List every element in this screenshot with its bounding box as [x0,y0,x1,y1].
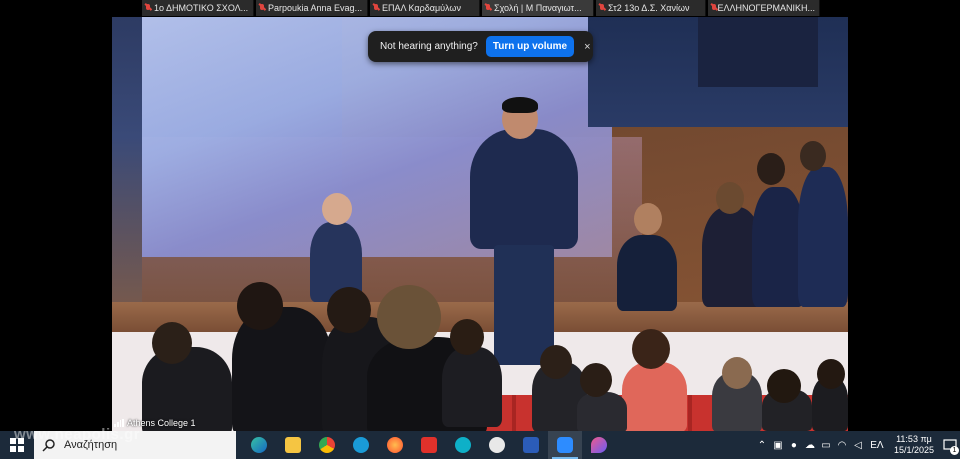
child-head [634,203,662,235]
participant-name: ΕΛΛΗΝΟΓΕΡΜΑΝΙΚΗ... [717,3,816,13]
media-player-app-button[interactable] [480,431,514,459]
watermark: www.neapolis.gr [14,426,141,443]
paint3d-app-button[interactable] [582,431,616,459]
audience-head [722,357,752,389]
language-indicator[interactable]: ΕΛ [866,431,888,459]
webex-app-button[interactable] [344,431,378,459]
audience-head [152,322,192,364]
notification-count-badge: 1 [950,446,959,455]
windows-taskbar: Αναζήτηση ⌃ ▣ ● ☁ ▭ ◠ ◁ ΕΛ 11:53 πμ 15/1… [0,431,960,459]
chevron-up-icon[interactable]: ⌃ [754,431,770,459]
audience-head [632,329,670,369]
zoom-icon [557,437,573,453]
muted-mic-icon [599,3,605,13]
participant-strip: 1ο ΔΗΜΟΤΙΚΟ ΣΧΟΛ... Parpoukia Anna Evag.… [0,0,960,16]
clock[interactable]: 11:53 πμ 15/1/2025 [894,434,934,456]
child-on-stage [752,187,804,307]
audience-head [580,363,612,397]
muted-mic-icon [259,3,265,13]
word-icon [523,437,539,453]
child-head [757,153,785,185]
audience-member [442,347,502,427]
participant-name: Στ2 13ο Δ.Σ. Χανίων [608,3,690,13]
participant-tile[interactable]: Στ2 13ο Δ.Σ. Χανίων [596,0,706,16]
participant-tile[interactable]: Σχολή | Μ Παναγιωτ... [482,0,594,16]
wall-panel [698,17,818,87]
muted-mic-icon [711,3,716,13]
chrome-icon [319,437,335,453]
audio-notification: Not hearing anything? Turn up volume × [368,31,593,62]
close-icon[interactable]: × [584,41,590,53]
participant-name: ΕΠΑΛ Καρδαμύλων [382,3,461,13]
clock-date: 15/1/2025 [893,445,934,455]
audience-head [767,369,801,403]
muted-mic-icon [145,3,151,13]
eset-app-button[interactable] [412,431,446,459]
muted-mic-icon [373,3,379,13]
participant-tiles: 1ο ΔΗΜΟΤΙΚΟ ΣΧΟΛ... Parpoukia Anna Evag.… [142,0,820,16]
notification-center-button[interactable]: 1 [940,431,960,459]
folder-icon [285,437,301,453]
paint-drop-icon [591,437,607,453]
chrome-app-button[interactable] [310,431,344,459]
webex-meetings-icon [455,437,471,453]
edge-icon [251,437,267,453]
clock-time: 11:53 πμ [896,434,932,444]
audience-head [237,282,283,330]
participant-tile[interactable]: ΕΛΛΗΝΟΓΕΡΜΑΝΙΚΗ... [708,0,820,16]
word-app-button[interactable] [514,431,548,459]
firefox-icon [387,437,403,453]
child-on-stage [798,167,848,307]
webex-icon [353,437,369,453]
child-head [322,193,352,225]
eset-icon [421,437,437,453]
edge-app-button[interactable] [242,431,276,459]
file-explorer-app-button[interactable] [276,431,310,459]
taskbar-apps [242,431,616,459]
audience-head [817,359,845,389]
speaker-hair [502,97,538,113]
audience-head [377,285,441,349]
microphone-icon[interactable]: ● [786,431,802,459]
audience-head [540,345,572,379]
child-on-stage [617,235,677,311]
main-video[interactable] [112,17,848,431]
firefox-app-button[interactable] [378,431,412,459]
child-head [800,141,826,171]
play-icon [489,437,505,453]
participant-name: 1ο ΔΗΜΟΤΙΚΟ ΣΧΟΛ... [154,3,249,13]
audience-head [450,319,484,355]
battery-icon[interactable]: ▭ [818,431,834,459]
turn-up-volume-button[interactable]: Turn up volume [485,36,575,57]
speaker [470,129,578,249]
muted-mic-icon [485,3,491,13]
system-tray: ⌃ ▣ ● ☁ ▭ ◠ ◁ ΕΛ 11:53 πμ 15/1/2025 1 [754,431,960,459]
meet-now-icon[interactable]: ▣ [770,431,786,459]
participant-name: Σχολή | Μ Παναγιωτ... [494,3,582,13]
wifi-icon[interactable]: ◠ [834,431,850,459]
audience-member [622,362,687,431]
participant-tile[interactable]: ΕΠΑΛ Καρδαμύλων [370,0,480,16]
volume-icon[interactable]: ◁ [850,431,866,459]
notification-message: Not hearing anything? [380,41,478,52]
zoom-app-button[interactable] [548,431,582,459]
participant-tile[interactable]: Parpoukia Anna Evag... [256,0,368,16]
speaker-legs [494,245,554,365]
webex-meetings-app-button[interactable] [446,431,480,459]
audience-head [327,287,371,333]
participant-tile[interactable]: 1ο ΔΗΜΟΤΙΚΟ ΣΧΟΛ... [142,0,254,16]
audience-member [577,392,627,431]
participant-name: Parpoukia Anna Evag... [268,3,363,13]
cloud-icon[interactable]: ☁ [802,431,818,459]
child-head [716,182,744,214]
